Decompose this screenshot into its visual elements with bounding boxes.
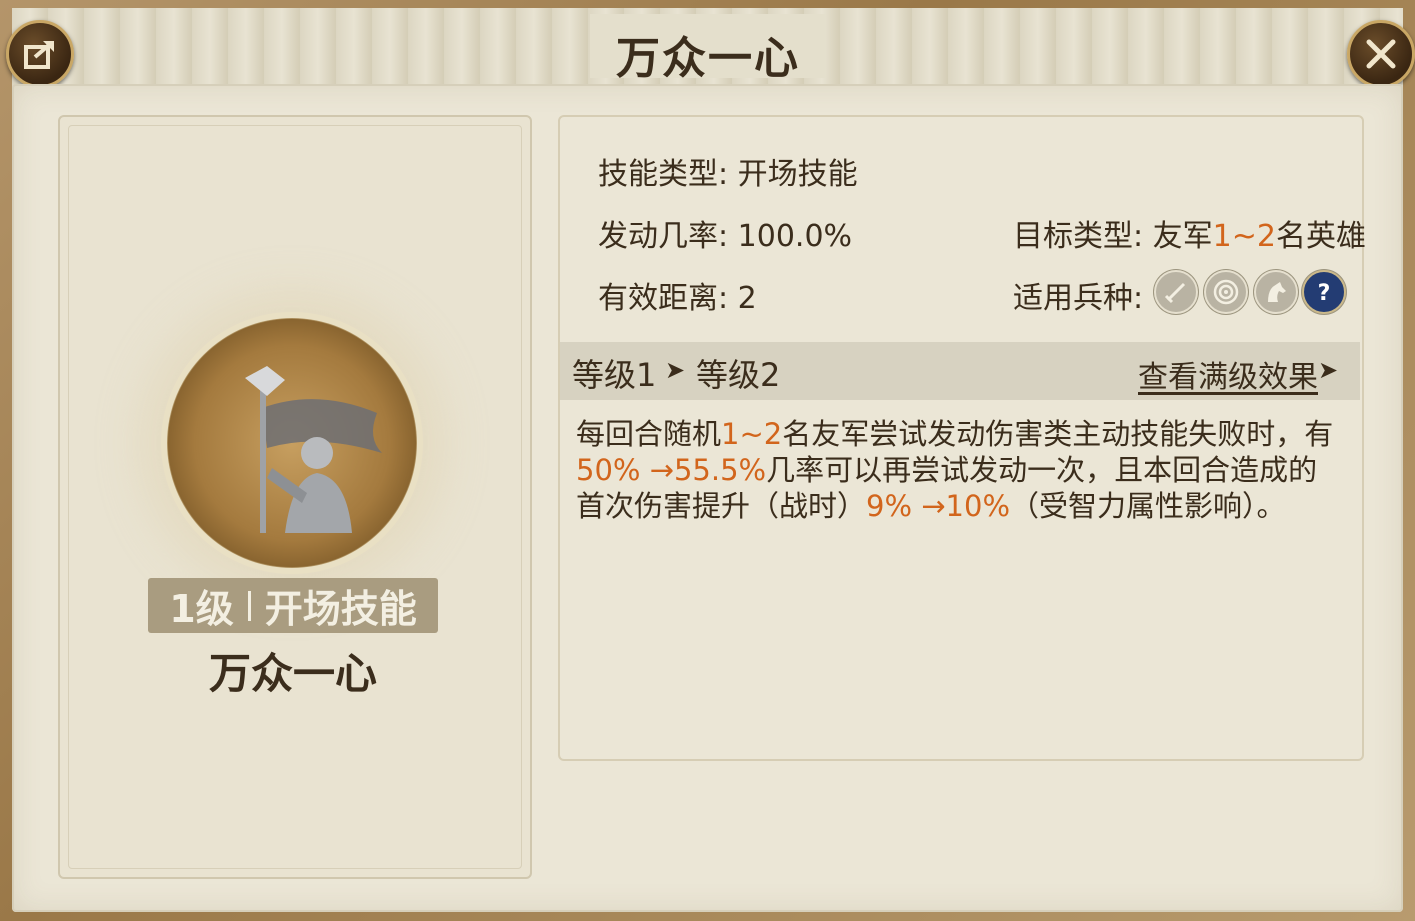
skill-type-row: 技能类型: 开场技能 [598, 149, 858, 193]
description-line: 每回合随机1~2名友军尝试发动伤害类主动技能失败时，有 [576, 416, 1346, 452]
description-line: 首次伤害提升（战时）9% →10%（受智力属性影响）。 [576, 488, 1346, 524]
desc-text: （受智力属性影响）。 [1010, 489, 1286, 523]
desc-highlight: 9% →10% [866, 489, 1010, 523]
badge-divider [247, 590, 251, 621]
skill-category: 开场技能 [264, 587, 417, 631]
desc-highlight: 50% →55.5% [576, 453, 767, 487]
target-range: 1~2 [1212, 219, 1276, 254]
page-title: 万众一心 [616, 33, 800, 84]
skill-level: 1级 [169, 587, 234, 631]
share-icon [24, 41, 54, 69]
target-prefix: 友军 [1152, 219, 1213, 254]
desc-text: 首次伤害提升（战时） [576, 489, 867, 523]
skill-description: 每回合随机1~2名友军尝试发动伤害类主动技能失败时，有 50% →55.5%几率… [576, 416, 1346, 524]
view-max-level-link[interactable]: 查看满级效果 [1138, 352, 1318, 396]
level-arrow: ➤ [665, 356, 686, 384]
range-value: 2 [737, 281, 757, 316]
close-icon [1366, 39, 1396, 69]
trigger-rate-value: 100.0% [737, 219, 853, 254]
horse-icon[interactable] [1254, 270, 1298, 314]
sword-icon[interactable] [1154, 270, 1198, 314]
description-line: 50% →55.5%几率可以再尝试发动一次，且本回合造成的 [576, 452, 1346, 488]
bow-target-icon[interactable] [1204, 270, 1248, 314]
skill-emblem [167, 318, 417, 568]
desc-text: 每回合随机 [576, 417, 722, 451]
question-icon[interactable]: ? [1302, 270, 1346, 314]
close-button[interactable] [1347, 20, 1415, 88]
target-type-label: 目标类型: [1013, 219, 1144, 254]
share-button[interactable] [6, 20, 74, 88]
troops-label: 适用兵种: [1013, 281, 1144, 316]
target-type-row: 目标类型: 友军1~2名英雄 [1013, 211, 1366, 255]
flag-bearer-icon [245, 366, 382, 533]
desc-highlight: 1~2 [721, 417, 783, 451]
trigger-rate-row: 发动几率: 100.0% [598, 211, 852, 255]
level-to[interactable]: 等级2 [696, 350, 780, 396]
desc-text: 几率可以再尝试发动一次，且本回合造成的 [766, 453, 1318, 487]
level-from: 等级1 [572, 356, 657, 394]
skill-type-label: 技能类型: [598, 157, 729, 192]
skill-type-value: 开场技能 [737, 157, 858, 192]
skill-name: 万众一心 [208, 649, 377, 698]
desc-text: 名友军尝试发动伤害类主动技能失败时，有 [782, 417, 1334, 451]
target-suffix: 名英雄 [1275, 219, 1366, 254]
svg-text:?: ? [1318, 281, 1331, 306]
range-label: 有效距离: [598, 281, 729, 316]
view-max-arrow[interactable]: ➤ [1318, 356, 1338, 384]
skill-level-badge: 1级 开场技能 [148, 578, 438, 633]
trigger-rate-label: 发动几率: [598, 219, 729, 254]
range-row: 有效距离: 2 [598, 273, 757, 317]
